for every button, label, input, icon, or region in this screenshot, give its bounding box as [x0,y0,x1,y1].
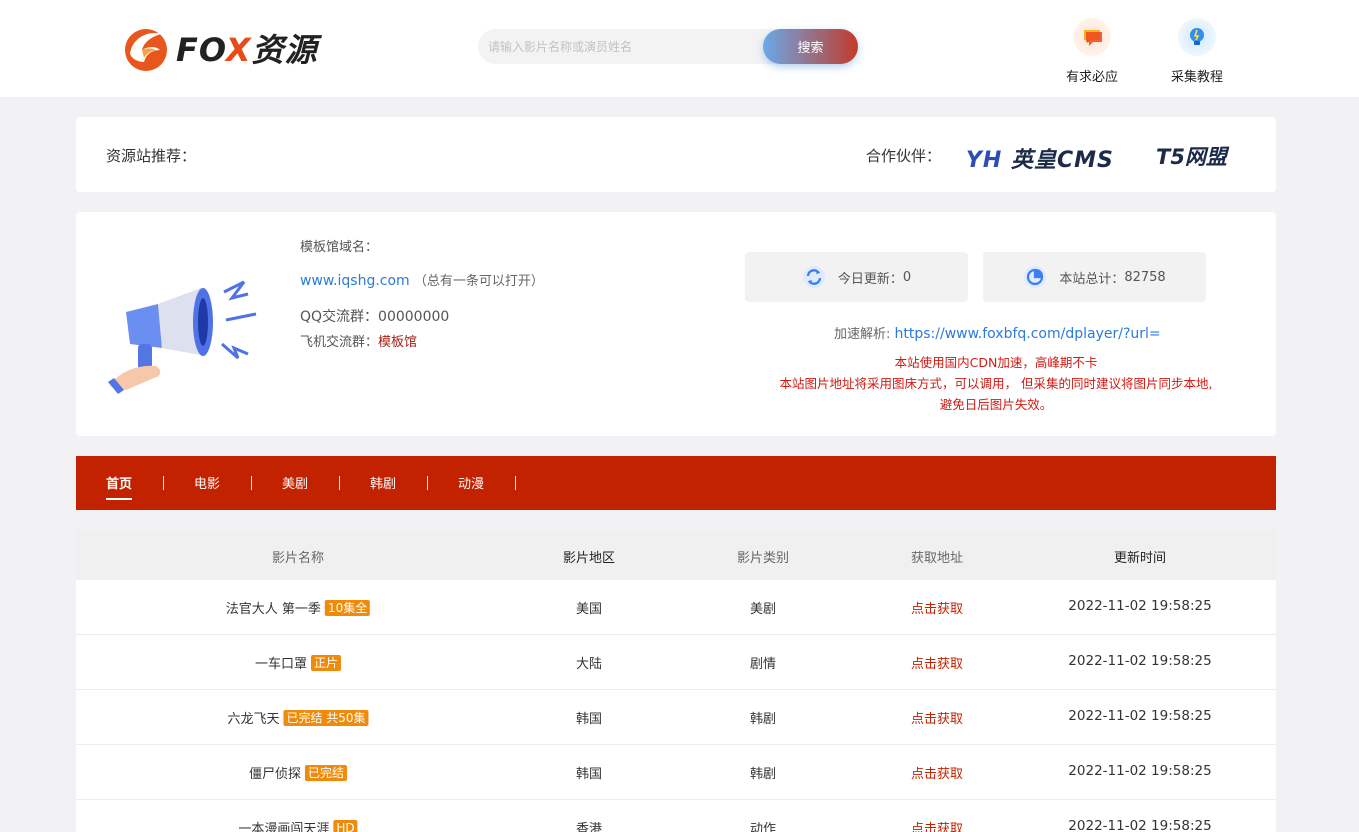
col-time: 更新时间 [1113,551,1167,566]
movie-name[interactable]: 僵尸侦探 已完结 [249,763,348,782]
total-value: 82758 [1124,269,1166,285]
qq-value: 00000000 [378,309,450,325]
total-stat: 本站总计： 82758 [983,252,1206,302]
get-link[interactable]: 点击获取 [911,653,963,672]
status-badge: 正片 [311,655,342,671]
movie-name[interactable]: 法官大人 第一季 10集全 [226,598,371,617]
table-row: 一本漫画闯天涯 HD 香港 动作 点击获取 2022-11-02 19:58:25 [76,800,1276,832]
logo-text: FOX资源 [176,31,318,69]
partner-label: 合作伙伴： [866,147,942,165]
chat-bubble-icon [1073,18,1111,56]
movie-time: 2022-11-02 19:58:25 [1068,763,1212,779]
qq-row: QQ交流群：00000000 [300,309,450,325]
domain-link[interactable]: www.iqshg.com [300,273,410,289]
status-badge: 已完结 [305,765,348,781]
domain-label: 模板馆域名： [300,240,379,255]
telegram-row: 飞机交流群：模板馆 [300,335,418,350]
today-update-stat: 今日更新： 0 [745,252,968,302]
accel-row: 加速解析: https://www.foxbfq.com/dplayer/?ur… [834,326,1161,342]
movie-region: 韩国 [575,767,603,782]
site-logo[interactable]: FOX资源 [122,22,318,74]
col-name: 影片名称 [271,551,325,566]
pie-chart-icon [1023,265,1047,289]
partner-t5-logo[interactable]: T5网盟 [1156,141,1227,171]
status-badge: 已完结 共50集 [283,710,369,726]
tutorial-label: 采集教程 [1170,70,1223,85]
search-input[interactable] [478,29,768,64]
table-row: 六龙飞天 已完结 共50集 韩国 韩剧 点击获取 2022-11-02 19:58… [76,690,1276,745]
today-update-label: 今日更新： [837,271,903,287]
notice-line-1: 本站使用国内CDN加速，高峰期不卡 [894,355,1098,370]
get-link[interactable]: 点击获取 [911,763,963,782]
top-header: FOX资源 搜索 有求必应 采集教程 [0,0,1359,97]
movie-time: 2022-11-02 19:58:25 [1068,598,1212,614]
get-link[interactable]: 点击获取 [911,598,963,617]
movie-category: 动作 [749,822,777,832]
recommend-title: 资源站推荐： [106,147,197,165]
movie-category: 韩剧 [749,767,777,782]
search-button[interactable]: 搜索 [763,29,858,64]
movie-category: 美剧 [749,602,777,617]
nav-divider [339,476,340,490]
today-update-value: 0 [902,269,912,285]
category-nav: 首页 电影 美剧 韩剧 动漫 [76,456,1276,510]
nav-movie[interactable]: 电影 [194,473,220,492]
movie-region: 香港 [575,822,603,832]
fox-logo-icon [125,29,167,71]
table-row: 僵尸侦探 已完结 韩国 韩剧 点击获取 2022-11-02 19:58:25 [76,745,1276,800]
nav-divider [515,476,516,490]
request-button[interactable]: 有求必应 [1052,18,1132,85]
search-box: 搜索 [478,29,858,64]
col-region: 影片地区 [562,551,616,566]
movie-time: 2022-11-02 19:58:25 [1068,708,1212,724]
movie-table: 影片名称 影片地区 影片类别 获取地址 更新时间 法官大人 第一季 10集全 美国… [76,530,1276,832]
movie-category: 韩剧 [749,712,777,727]
table-header: 影片名称 影片地区 影片类别 获取地址 更新时间 [76,530,1276,580]
status-badge: HD [333,820,358,832]
notice-line-2: 本站图片地址将采用图床方式，可以调用， 但采集的同时建议将图片同步本地, [779,376,1213,391]
movie-name[interactable]: 一本漫画闯天涯 HD [238,818,358,832]
movie-region: 韩国 [575,712,603,727]
recommend-card: 资源站推荐： 合作伙伴： YH 英皇CMS T5网盟 [76,117,1276,192]
movie-time: 2022-11-02 19:58:25 [1068,653,1212,669]
movie-name[interactable]: 一车口罩 正片 [255,653,342,672]
domain-row: www.iqshg.com （总有一条可以打开） [300,270,544,289]
tutorial-button[interactable]: 采集教程 [1157,18,1237,85]
notice-text: 本站使用国内CDN加速，高峰期不卡 本站图片地址将采用图床方式，可以调用， 但采… [716,352,1276,415]
lightbulb-icon [1178,18,1216,56]
movie-region: 大陆 [575,657,603,672]
status-badge: 10集全 [324,600,371,616]
get-link[interactable]: 点击获取 [911,708,963,727]
nav-home[interactable]: 首页 [106,473,133,500]
info-card: 模板馆域名： www.iqshg.com （总有一条可以打开） QQ交流群：00… [76,212,1276,436]
movie-category: 剧情 [749,657,777,672]
refresh-icon [802,265,826,289]
telegram-link[interactable]: 模板馆 [378,335,417,350]
notice-line-3: 避免日后图片失效。 [939,397,1053,412]
table-row: 法官大人 第一季 10集全 美国 美剧 点击获取 2022-11-02 19:58… [76,580,1276,635]
nav-divider [251,476,252,490]
movie-name[interactable]: 六龙飞天 已完结 共50集 [227,708,369,727]
nav-us-drama[interactable]: 美剧 [282,473,308,492]
table-row: 一车口罩 正片 大陆 剧情 点击获取 2022-11-02 19:58:25 [76,635,1276,690]
col-category: 影片类别 [736,551,790,566]
partner-yhcms-logo[interactable]: YH 英皇CMS [966,142,1114,174]
domain-note: （总有一条可以打开） [413,274,544,289]
col-link: 获取地址 [910,551,964,566]
get-link[interactable]: 点击获取 [911,818,963,832]
movie-time: 2022-11-02 19:58:25 [1068,818,1212,832]
total-label: 本站总计： [1059,271,1125,287]
nav-divider [163,476,164,490]
movie-region: 美国 [575,602,603,617]
nav-kr-drama[interactable]: 韩剧 [370,473,396,492]
megaphone-icon [108,280,257,394]
request-label: 有求必应 [1065,70,1118,85]
nav-divider [427,476,428,490]
nav-anime[interactable]: 动漫 [458,473,484,492]
accel-url[interactable]: https://www.foxbfq.com/dplayer/?url= [895,326,1161,342]
